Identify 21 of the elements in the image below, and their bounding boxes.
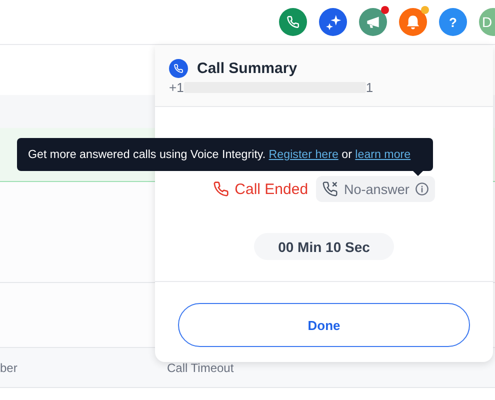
phone-icon	[212, 181, 229, 197]
call-status: Call Ended	[234, 180, 308, 198]
panel-title: Call Summary	[197, 60, 298, 77]
megaphone-icon[interactable]	[359, 8, 387, 36]
call-duration: 00 Min 10 Sec	[254, 233, 394, 260]
tooltip-link[interactable]: learn more	[355, 148, 411, 161]
phone-icon[interactable]	[279, 8, 307, 36]
missed-call-icon	[322, 181, 338, 197]
phone-number-suffix: 1	[366, 80, 374, 95]
tooltip-link[interactable]: Register here	[268, 148, 338, 161]
outcome-label: No-answer	[344, 182, 410, 196]
column-header: ber	[0, 361, 18, 375]
column-header: Call Timeout	[167, 361, 234, 375]
tooltip-text: Get more answered calls using Voice Integrity. Register here or learn more	[28, 148, 411, 161]
phone-icon	[169, 59, 188, 78]
info-icon[interactable]	[415, 182, 430, 196]
phone-number-prefix: +1	[169, 80, 184, 95]
bell-icon[interactable]	[399, 8, 427, 36]
help-button[interactable]: ?	[439, 8, 467, 36]
done-button[interactable]: Done	[178, 303, 470, 347]
sparkle-icon[interactable]	[319, 8, 347, 36]
